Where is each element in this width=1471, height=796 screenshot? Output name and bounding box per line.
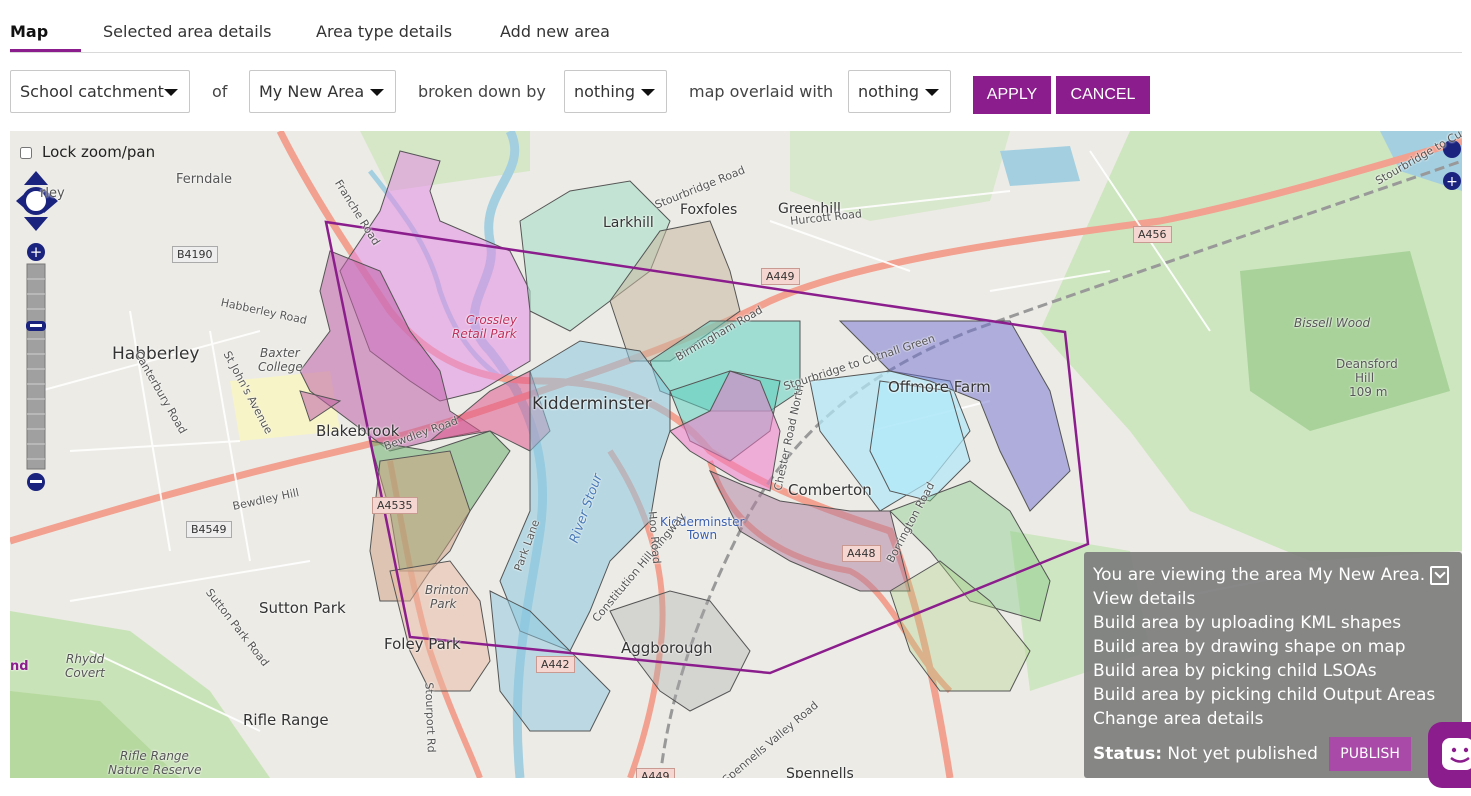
road-shield: A456: [1133, 226, 1172, 243]
place-label: 109 m: [1349, 385, 1388, 399]
status-label: Status:: [1093, 744, 1162, 764]
road-shield: A4535: [372, 497, 418, 514]
road-shield: A442: [536, 656, 575, 673]
view-details-link[interactable]: View details: [1093, 587, 1453, 611]
apply-button[interactable]: APPLY: [973, 76, 1051, 114]
tab-selected-area-details[interactable]: Selected area details: [103, 22, 272, 41]
tab-map[interactable]: Map: [10, 22, 48, 41]
cancel-button[interactable]: CANCEL: [1056, 76, 1150, 114]
place-label: Park: [430, 597, 457, 611]
active-tab-indicator: [10, 49, 81, 52]
place-label: Town: [687, 528, 718, 542]
tab-bar: Map Selected area details Area type deta…: [10, 14, 1462, 53]
place-label: Baxter: [260, 346, 300, 360]
place-label: Comberton: [788, 481, 872, 499]
change-area-details-link[interactable]: Change area details: [1093, 707, 1453, 731]
viewing-area-text: You are viewing the area My New Area.: [1093, 565, 1426, 585]
chevron-down-icon: [925, 89, 939, 96]
broken-down-by-label: broken down by: [418, 82, 546, 101]
lock-zoom-pan-label: Lock zoom/pan: [42, 143, 156, 161]
place-label: College: [258, 360, 303, 374]
build-lsoas-link[interactable]: Build area by picking child LSOAs: [1093, 659, 1453, 683]
build-output-areas-link[interactable]: Build area by picking child Output Areas: [1093, 683, 1453, 707]
place-label: Foxfoles: [680, 202, 738, 218]
place-label: nd: [10, 659, 29, 674]
place-label: Covert: [65, 666, 105, 680]
pan-arrows-icon: [16, 171, 58, 231]
road-shield: B4190: [172, 246, 218, 263]
place-label: Kidderminster: [532, 394, 652, 414]
place-label: Deansford: [1336, 357, 1398, 371]
chat-widget-button[interactable]: [1428, 722, 1471, 788]
place-label: Habberley: [112, 344, 200, 364]
place-label: Larkhill: [603, 215, 654, 231]
road-shield: A449: [761, 268, 800, 285]
overlaid-with-label: map overlaid with: [689, 82, 834, 101]
status-value: Not yet published: [1167, 744, 1318, 764]
status-row: Status: Not yet published PUBLISH: [1093, 737, 1453, 771]
road-shield: A448: [842, 545, 881, 562]
chevron-down-icon: [641, 89, 655, 96]
collapse-chevron-icon[interactable]: [1430, 566, 1449, 585]
chevron-down-icon: [370, 89, 384, 96]
build-kml-link[interactable]: Build area by uploading KML shapes: [1093, 611, 1453, 635]
place-label: Nature Reserve: [108, 763, 202, 777]
place-label: Offmore Farm: [888, 378, 991, 396]
place-label: Foley Park: [384, 635, 461, 653]
place-label: Rhydd: [66, 652, 105, 666]
tab-area-type-details[interactable]: Area type details: [316, 22, 452, 41]
place-label: Hill: [1355, 371, 1375, 385]
tab-add-new-area[interactable]: Add new area: [500, 22, 610, 41]
area-type-value: School catchment: [20, 82, 164, 101]
place-label: Aggborough: [621, 639, 713, 657]
place-label: Blakebrook: [316, 422, 400, 440]
area-type-select[interactable]: School catchment: [10, 70, 190, 113]
area-value: My New Area: [259, 82, 365, 101]
place-label: rley: [40, 186, 65, 201]
place-label: Bissell Wood: [1294, 316, 1371, 330]
lock-zoom-pan-control[interactable]: Lock zoom/pan: [20, 143, 155, 161]
lock-zoom-pan-checkbox[interactable]: [20, 146, 32, 159]
breakdown-select[interactable]: nothing: [564, 70, 667, 113]
breakdown-value: nothing: [574, 82, 636, 101]
area-select[interactable]: My New Area: [249, 70, 396, 113]
overlay-value: nothing: [858, 82, 920, 101]
build-drawing-link[interactable]: Build area by drawing shape on map: [1093, 635, 1453, 659]
place-label: Sutton Park: [259, 599, 346, 617]
overlay-select[interactable]: nothing: [848, 70, 951, 113]
chevron-down-icon: [164, 89, 178, 96]
road-shield: A449: [636, 768, 675, 778]
of-label: of: [212, 82, 228, 101]
area-info-panel: You are viewing the area My New Area. Vi…: [1084, 552, 1462, 778]
place-label: Crossley: [466, 313, 517, 327]
publish-button[interactable]: PUBLISH: [1329, 737, 1411, 771]
place-label: Rifle Range: [120, 749, 189, 763]
road-shield: B4549: [186, 521, 232, 538]
chat-icon: [1442, 738, 1471, 770]
map-zoom-controls: +: [16, 171, 58, 491]
svg-text:+: +: [1446, 174, 1458, 190]
place-label: Ferndale: [176, 172, 232, 187]
svg-text:+: +: [30, 243, 43, 261]
place-label: Brinton: [425, 583, 469, 597]
road-name: Stourport Rd: [422, 682, 438, 753]
place-label: Rifle Range: [243, 711, 329, 729]
place-label: Spennells: [786, 766, 854, 778]
filter-bar: School catchment of My New Area broken d…: [10, 70, 1462, 114]
place-label: Retail Park: [452, 327, 517, 341]
